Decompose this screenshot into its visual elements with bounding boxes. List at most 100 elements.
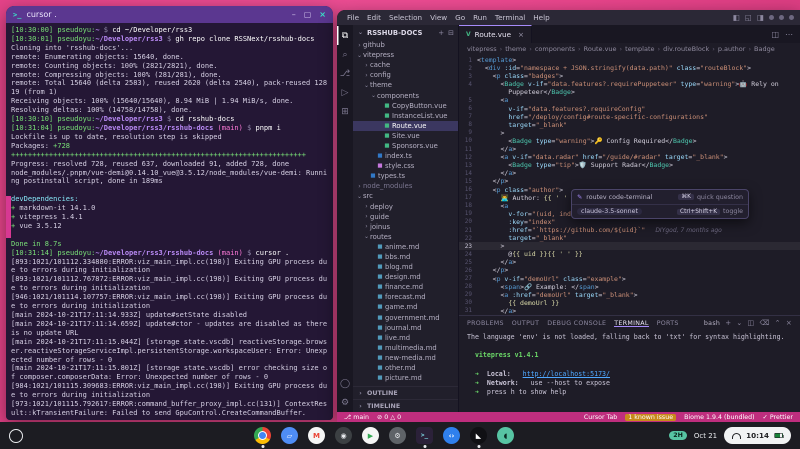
tree-item-joinus[interactable]: ›joinus — [353, 222, 458, 232]
code-line[interactable]: Puppeteer</Badge> — [459, 88, 800, 96]
menu-view[interactable]: View — [426, 13, 451, 22]
outline-section[interactable]: › OUTLINE — [353, 386, 458, 399]
code-line[interactable]: 1<template> — [459, 56, 800, 64]
search-icon[interactable]: ⌕ — [337, 45, 353, 64]
tree-item-style.css[interactable]: ■style.css — [353, 161, 458, 171]
tree-item-journal.md[interactable]: ■journal.md — [353, 323, 458, 333]
collapse-folders-icon[interactable]: ⊟ — [448, 29, 454, 37]
tree-item-CopyButton.vue[interactable]: ■CopyButton.vue — [353, 101, 458, 111]
shelf-app-terminal[interactable]: >_ — [416, 427, 433, 444]
panel-tab-debug-console[interactable]: DEBUG CONSOLE — [547, 320, 606, 327]
code-line[interactable]: 5 <a — [459, 96, 800, 104]
code-line[interactable]: 10 <Badge type="warning">🔑 Config Requir… — [459, 137, 800, 145]
breadcrumb-item[interactable]: Badge — [754, 45, 775, 53]
terminal-dropdown-icon[interactable]: ⌄ — [736, 319, 742, 327]
integrated-terminal[interactable]: The language 'env' is not loaded, fallin… — [459, 330, 800, 412]
code-line[interactable]: 27 <p v-if="demoUrl" class="example"> — [459, 275, 800, 283]
kill-terminal-icon[interactable]: ⌫ — [759, 319, 769, 327]
panel-tab-ports[interactable]: PORTS — [657, 320, 679, 327]
terminal-output[interactable]: [10:30:00] pseudoyu:~ $ cd ~/Developer/r… — [6, 23, 333, 420]
tree-item-blog.md[interactable]: ■blog.md — [353, 262, 458, 272]
run-debug-icon[interactable]: ▷ — [337, 83, 353, 102]
explorer-icon[interactable]: ⧉ — [337, 26, 353, 45]
code-line[interactable]: 7 href="/deploy/config#route-specific-co… — [459, 113, 800, 121]
code-line[interactable]: 21 :href="`https://github.com/${uid}`"DI… — [459, 226, 800, 234]
notification-badge[interactable]: 2H — [669, 431, 687, 440]
panel-tab-output[interactable]: OUTPUT — [512, 320, 539, 327]
tree-item-new-media.md[interactable]: ■new-media.md — [353, 353, 458, 363]
tree-item-config[interactable]: ›config — [353, 70, 458, 80]
code-line[interactable]: 8 target="_blank" — [459, 121, 800, 129]
code-line[interactable]: 23 > — [459, 242, 800, 250]
code-line[interactable]: 22 target="_blank" — [459, 234, 800, 242]
tab-route-vue[interactable]: V Route.vue × — [459, 25, 532, 43]
code-editor[interactable]: 1<template>2 <div :id="namespace + JSON.… — [459, 55, 800, 315]
source-control-icon[interactable]: ⎇ — [337, 64, 353, 83]
menu-file[interactable]: File — [343, 13, 363, 22]
menu-selection[interactable]: Selection — [385, 13, 426, 22]
breadcrumb-item[interactable]: template — [625, 45, 654, 53]
tree-item-game.md[interactable]: ■game.md — [353, 302, 458, 312]
tree-item-types.ts[interactable]: ■types.ts — [353, 171, 458, 181]
tree-item-theme[interactable]: ⌄theme — [353, 80, 458, 90]
shelf-app-vscode[interactable]: ‹› — [443, 427, 460, 444]
tree-item-Sponsors.vue[interactable]: ■Sponsors.vue — [353, 141, 458, 151]
menu-help[interactable]: Help — [529, 13, 553, 22]
code-line[interactable]: 20 :key="index" — [459, 218, 800, 226]
close-tab-icon[interactable]: × — [518, 30, 524, 39]
popup-input[interactable]: routev code-terminal — [586, 194, 652, 201]
system-tray[interactable]: 2H Oct 21 10:14 — [669, 427, 800, 444]
minimize-icon[interactable]: – — [292, 11, 296, 19]
tree-item-cache[interactable]: ›cache — [353, 60, 458, 70]
code-line[interactable]: 2 <div :id="namespace + JSON.stringify(d… — [459, 64, 800, 72]
tree-item-github[interactable]: ›github — [353, 40, 458, 50]
breadcrumb-item[interactable]: vitepress — [467, 45, 497, 53]
code-line[interactable]: 24 @{{ uid }}{{ ' ' }} — [459, 250, 800, 258]
tree-item-Route.vue[interactable]: ■Route.vue — [353, 121, 458, 131]
status-item-biome[interactable]: Biome 1.9.4 (bundled) — [684, 414, 754, 421]
tray-date[interactable]: Oct 21 — [694, 432, 717, 440]
code-line[interactable]: 11 </a> — [459, 145, 800, 153]
layout-sidebar-icon[interactable]: ◧ — [733, 13, 740, 22]
code-line[interactable]: 12 <a v-if="data.radar" href="/guide/#ra… — [459, 153, 800, 161]
new-file-icon[interactable]: + — [438, 29, 444, 37]
tree-item-index.ts[interactable]: ■index.ts — [353, 151, 458, 161]
shelf-app-play-store[interactable]: ▶ — [362, 427, 379, 444]
shelf-app-gmail[interactable]: M — [308, 427, 325, 444]
code-line[interactable]: 4 <Badge v-if="data.features?.requirePup… — [459, 80, 800, 88]
tree-item-bbs.md[interactable]: ■bbs.md — [353, 252, 458, 262]
tree-item-forecast.md[interactable]: ■forecast.md — [353, 292, 458, 302]
status-item-prettier[interactable]: ✓ Prettier — [763, 414, 793, 421]
extensions-icon[interactable]: ⊞ — [337, 102, 353, 121]
tree-item-routes[interactable]: ⌄routes — [353, 232, 458, 242]
timeline-section[interactable]: › TIMELINE — [353, 399, 458, 412]
split-editor-icon[interactable]: ◫ — [771, 30, 779, 39]
new-terminal-icon[interactable]: + — [725, 319, 731, 327]
shelf-app-chrome[interactable] — [254, 427, 271, 444]
tree-item-Site.vue[interactable]: ■Site.vue — [353, 131, 458, 141]
tree-item-finance.md[interactable]: ■finance.md — [353, 282, 458, 292]
window-close-icon[interactable] — [789, 15, 794, 20]
tree-item-other.md[interactable]: ■other.md — [353, 363, 458, 373]
shelf-app-chat[interactable]: ◖ — [497, 427, 514, 444]
shelf-app-settings[interactable]: ⚙ — [389, 427, 406, 444]
shelf-app-camera[interactable]: ◉ — [335, 427, 352, 444]
settings-gear-icon[interactable]: ⚙ — [337, 393, 353, 412]
code-line[interactable]: 29 <a :href="demoUrl" target="_blank"> — [459, 291, 800, 299]
shell-label[interactable]: bash — [704, 320, 720, 327]
close-icon[interactable]: × — [319, 11, 326, 19]
model-selector[interactable]: claude-3.5-sonnet — [577, 208, 642, 215]
code-line[interactable]: 31 </a> — [459, 307, 800, 315]
tree-item-live.md[interactable]: ■live.md — [353, 333, 458, 343]
code-line[interactable]: 15 </p> — [459, 177, 800, 185]
tree-item-vitepress[interactable]: ⌄vitepress — [353, 50, 458, 60]
tree-item-InstanceList.vue[interactable]: ■InstanceList.vue — [353, 111, 458, 121]
code-line[interactable]: 13 <Badge type="tip">🛡️ Support Radar</B… — [459, 161, 800, 169]
layout-panel-icon[interactable]: ◱ — [745, 13, 752, 22]
breadcrumb-item[interactable]: Route.vue — [584, 45, 617, 53]
panel-tab-terminal[interactable]: TERMINAL — [614, 320, 648, 327]
more-actions-icon[interactable]: ⋯ — [785, 30, 793, 39]
code-line[interactable]: 6 v-if="data.features?.requireConfig" — [459, 105, 800, 113]
window-maximize-icon[interactable] — [779, 15, 784, 20]
local-server-link[interactable]: http://localhost:5173/ — [523, 370, 610, 378]
